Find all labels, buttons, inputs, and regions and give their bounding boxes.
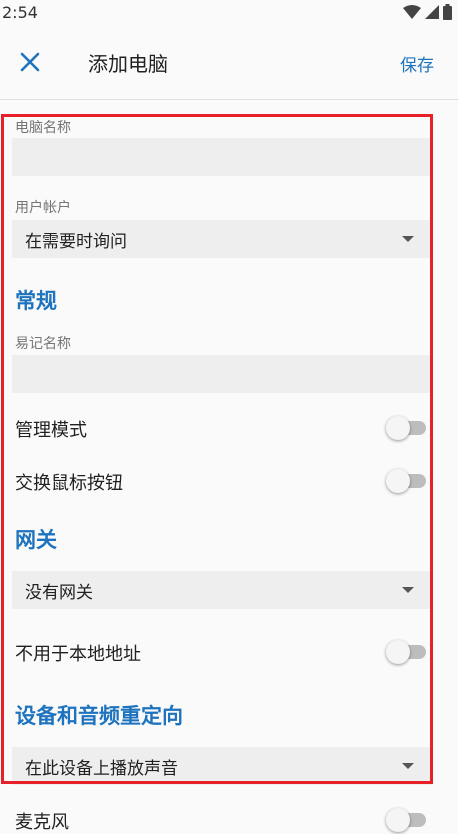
switch-thumb — [386, 640, 410, 664]
pc-name-input[interactable] — [12, 138, 432, 176]
user-account-label: 用户帐户 — [15, 200, 71, 216]
dropdown-arrow-icon — [402, 236, 414, 242]
pc-name-label: 电脑名称 — [15, 120, 71, 136]
dropdown-arrow-icon — [402, 587, 414, 593]
app-bar: 添加电脑 保存 — [0, 24, 458, 100]
user-account-value: 在需要时询问 — [25, 231, 127, 252]
battery-icon — [443, 4, 452, 20]
section-title-redirection: 设备和音频重定向 — [15, 704, 183, 728]
save-button[interactable]: 保存 — [400, 51, 434, 76]
section-title-general: 常规 — [15, 289, 57, 313]
signal-icon — [425, 5, 439, 19]
bypass-local-toggle[interactable] — [386, 640, 428, 664]
friendly-name-label: 易记名称 — [15, 336, 71, 352]
status-time: 2:54 — [2, 2, 38, 22]
admin-mode-toggle[interactable] — [386, 416, 428, 440]
status-icons — [403, 4, 452, 20]
gateway-value: 没有网关 — [25, 582, 93, 603]
status-bar: 2:54 — [0, 0, 458, 24]
bypass-local-label: 不用于本地地址 — [15, 644, 141, 665]
admin-mode-label: 管理模式 — [15, 420, 87, 441]
swap-mouse-label: 交换鼠标按钮 — [15, 473, 123, 494]
section-title-gateway: 网关 — [15, 528, 57, 552]
switch-thumb — [386, 416, 410, 440]
page-title: 添加电脑 — [88, 52, 168, 76]
wifi-icon — [403, 5, 421, 19]
user-account-select[interactable]: 在需要时询问 — [12, 220, 432, 258]
swap-mouse-toggle[interactable] — [386, 469, 428, 493]
close-button[interactable] — [12, 44, 48, 80]
microphone-toggle[interactable] — [386, 808, 428, 832]
switch-thumb — [386, 469, 410, 493]
dropdown-arrow-icon — [402, 763, 414, 769]
audio-value: 在此设备上播放声音 — [25, 758, 178, 779]
friendly-name-input[interactable] — [12, 355, 432, 393]
audio-select[interactable]: 在此设备上播放声音 — [12, 747, 432, 785]
form-content[interactable]: 电脑名称 用户帐户 在需要时询问 常规 易记名称 管理模式 交换鼠标按钮 网关 … — [0, 100, 458, 833]
gateway-select[interactable]: 没有网关 — [12, 571, 432, 609]
microphone-label: 麦克风 — [15, 812, 69, 833]
close-icon — [20, 52, 40, 72]
switch-thumb — [386, 808, 410, 832]
